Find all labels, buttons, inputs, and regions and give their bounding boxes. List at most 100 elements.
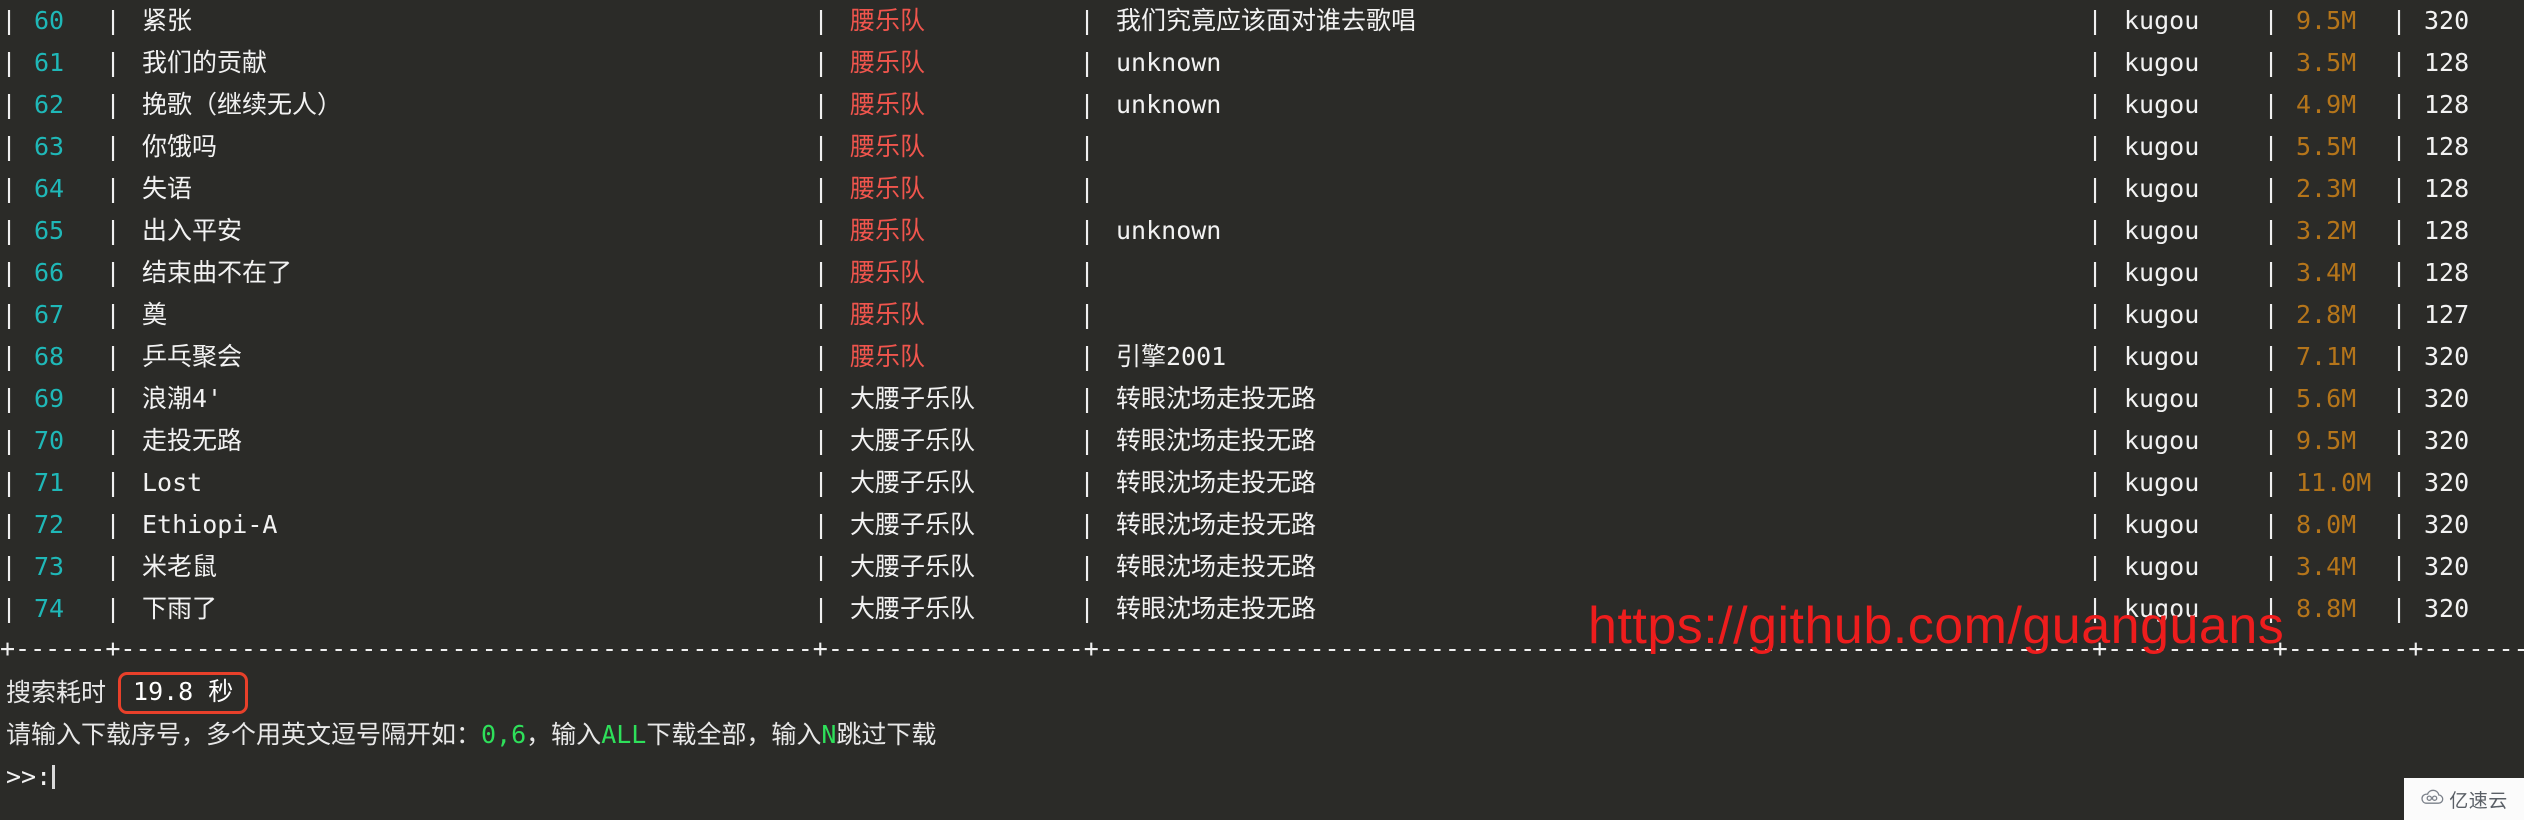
cell-artist: 腰乐队 — [850, 6, 926, 35]
column-divider: | — [1079, 258, 1095, 287]
column-divider: | — [105, 426, 121, 455]
instruction-mid-1: ，输入 — [526, 720, 602, 749]
table-row[interactable]: |68|乒乓聚会|腰乐队|引擎2001|kugou|7.1M|320| — [0, 336, 2524, 378]
column-divider: | — [2263, 384, 2279, 413]
column-divider: | — [105, 552, 121, 581]
column-divider: | — [2391, 468, 2407, 497]
table-row[interactable]: |70|走投无路|大腰子乐队|转眼沈场走投无路|kugou|9.5M|320| — [0, 420, 2524, 462]
column-divider: | — [2391, 48, 2407, 77]
elapsed-label: 搜索耗时 — [6, 678, 107, 707]
column-divider: | — [105, 6, 121, 35]
column-divider: | — [105, 132, 121, 161]
table-row[interactable]: |60|紧张|腰乐队|我们究竟应该面对谁去歌唱|kugou|9.5M|320| — [0, 0, 2524, 42]
cell-size: 8.0M — [2296, 510, 2357, 539]
column-divider: | — [1079, 216, 1095, 245]
cell-album: 转眼沈场走投无路 — [1116, 510, 1317, 539]
cell-index: 68 — [34, 342, 65, 371]
table-row[interactable]: | 72 | Ethiopi-A | 大腰子乐队 | 转眼沈场走投无路 | kugou | 8.0M |… — [0, 504, 2524, 546]
cell-size: 5.6M — [2296, 384, 2357, 413]
command-input-line[interactable]: >>: — [0, 756, 2524, 798]
column-divider: | — [2263, 48, 2279, 77]
cell-artist: 大腰子乐队 — [850, 552, 976, 581]
table-row[interactable]: |69|浪潮4'|大腰子乐队|转眼沈场走投无路|kugou|5.6M|320| — [0, 378, 2524, 420]
cell-bitrate: 320 — [2424, 594, 2470, 623]
column-divider: | — [813, 174, 829, 203]
cell-album: unknown — [1116, 216, 1222, 245]
column-divider: | — [2087, 510, 2103, 539]
column-divider: | — [2263, 342, 2279, 371]
cell-artist: 腰乐队 — [850, 48, 926, 77]
column-divider: | — [1079, 510, 1095, 539]
column-divider: | — [105, 174, 121, 203]
column-divider: | — [1, 426, 17, 455]
column-divider: | — [2391, 510, 2407, 539]
column-divider: | — [1, 384, 17, 413]
column-divider: | — [105, 384, 121, 413]
table-row[interactable]: |64|失语|腰乐队||kugou|2.3M|128| — [0, 168, 2524, 210]
column-divider: | — [2391, 174, 2407, 203]
cell-album: 转眼沈场走投无路 — [1116, 552, 1317, 581]
cell-artist: 大腰子乐队 — [850, 594, 976, 623]
cell-source: kugou — [2124, 132, 2200, 161]
table-row[interactable]: |62|挽歌（继续无人）|腰乐队|unknown|kugou|4.9M|128| — [0, 84, 2524, 126]
cell-source: kugou — [2124, 426, 2200, 455]
cell-index: 74 — [34, 594, 65, 623]
table-row[interactable]: |74|下雨了|大腰子乐队|转眼沈场走投无路|kugou|8.8M|320| — [0, 588, 2524, 630]
instruction-all-keyword: ALL — [601, 720, 647, 749]
column-divider: | — [2087, 552, 2103, 581]
cell-size: 9.5M — [2296, 426, 2357, 455]
cell-song: 下雨了 — [142, 594, 218, 623]
cell-bitrate: 128 — [2424, 216, 2470, 245]
cell-size: 11.0M — [2296, 468, 2372, 497]
column-divider: | — [1, 174, 17, 203]
column-divider: | — [2263, 132, 2279, 161]
column-divider: | — [2263, 6, 2279, 35]
column-divider: | — [813, 342, 829, 371]
cell-album: 转眼沈场走投无路 — [1116, 384, 1317, 413]
cell-index: 66 — [34, 258, 65, 287]
column-divider: | — [1079, 342, 1095, 371]
table-bottom-border: +------+--------------------------------… — [0, 636, 2524, 662]
table-row[interactable]: |73|米老鼠|大腰子乐队|转眼沈场走投无路|kugou|3.4M|320| — [0, 546, 2524, 588]
cell-source: kugou — [2124, 300, 2200, 329]
cell-bitrate: 128 — [2424, 132, 2470, 161]
elapsed-value-badge: 19.8 秒 — [118, 672, 249, 714]
cell-index: 61 — [34, 48, 65, 77]
cell-bitrate: 320 — [2424, 468, 2470, 497]
cell-source: kugou — [2124, 258, 2200, 287]
cell-source: kugou — [2124, 468, 2200, 497]
column-divider: | — [1, 552, 17, 581]
cell-index: 73 — [34, 552, 65, 581]
cell-song: 你饿吗 — [142, 132, 218, 161]
cell-artist: 腰乐队 — [850, 258, 926, 287]
search-results-table: |60|紧张|腰乐队|我们究竟应该面对谁去歌唱|kugou|9.5M|320||… — [0, 0, 2524, 630]
column-divider: | — [2087, 6, 2103, 35]
cell-artist: 腰乐队 — [850, 132, 926, 161]
cell-album: 引擎2001 — [1116, 342, 1227, 371]
table-row[interactable]: |65|出入平安|腰乐队|unknown|kugou|3.2M|128| — [0, 210, 2524, 252]
cell-bitrate: 320 — [2424, 426, 2470, 455]
table-row[interactable]: |67|奠|腰乐队||kugou|2.8M|127| — [0, 294, 2524, 336]
column-divider: | — [813, 552, 829, 581]
table-row[interactable]: |63|你饿吗|腰乐队||kugou|5.5M|128| — [0, 126, 2524, 168]
column-divider: | — [1079, 48, 1095, 77]
cell-bitrate: 128 — [2424, 258, 2470, 287]
cell-song: 失语 — [142, 174, 193, 203]
column-divider: | — [105, 468, 121, 497]
column-divider: | — [813, 258, 829, 287]
table-row[interactable]: |66|结束曲不在了|腰乐队||kugou|3.4M|128| — [0, 252, 2524, 294]
column-divider: | — [813, 426, 829, 455]
column-divider: | — [1079, 594, 1095, 623]
badge-label: 亿速云 — [2449, 790, 2508, 812]
column-divider: | — [1079, 426, 1095, 455]
column-divider: | — [1079, 90, 1095, 119]
cell-source: kugou — [2124, 594, 2200, 623]
column-divider: | — [1, 468, 17, 497]
table-row[interactable]: |61|我们的贡献|腰乐队|unknown|kugou|3.5M|128| — [0, 42, 2524, 84]
column-divider: | — [2087, 48, 2103, 77]
table-row[interactable]: |71|Lost|大腰子乐队|转眼沈场走投无路|kugou|11.0M|320| — [0, 462, 2524, 504]
column-divider: | — [1, 132, 17, 161]
cell-size: 3.2M — [2296, 216, 2357, 245]
cell-index: 63 — [34, 132, 65, 161]
column-divider: | — [2391, 552, 2407, 581]
